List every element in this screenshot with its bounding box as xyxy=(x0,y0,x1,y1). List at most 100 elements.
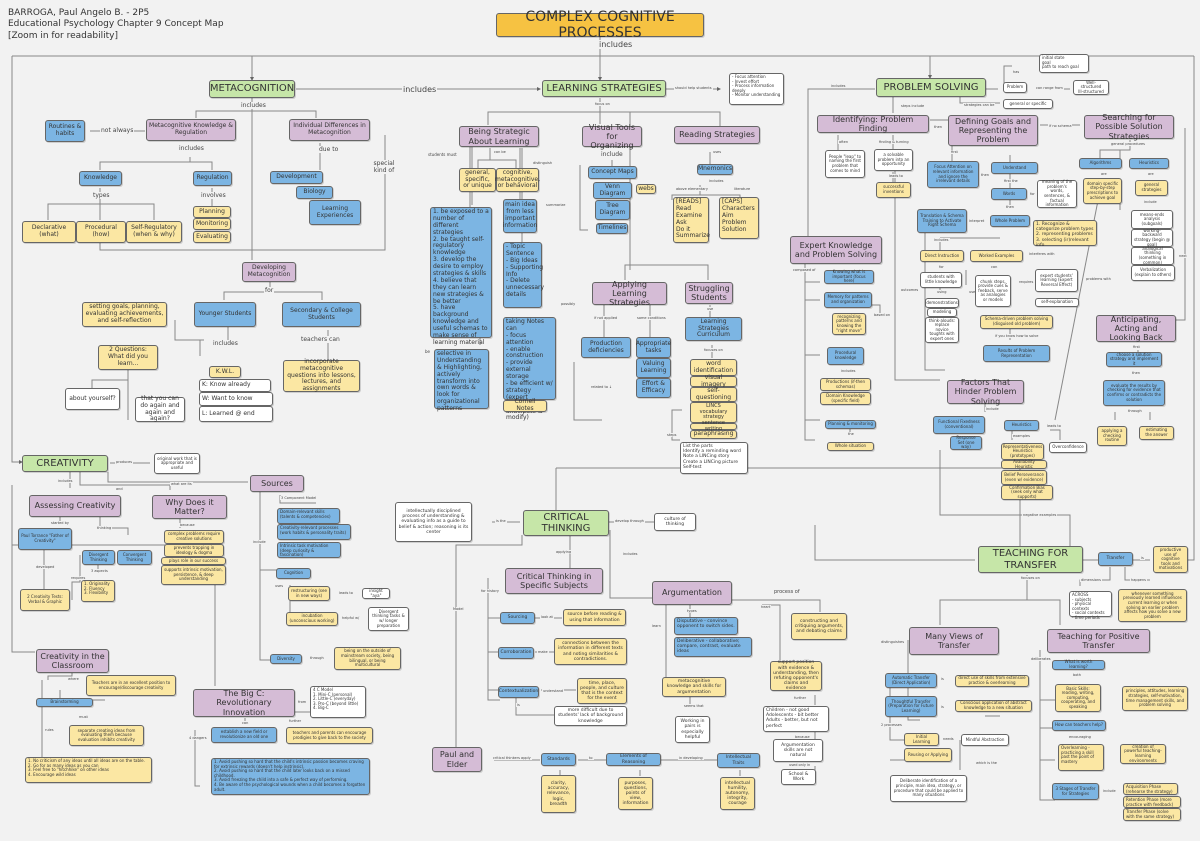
cognitive-node[interactable]: cognitive, metacognitive, or behavioral xyxy=(495,168,540,192)
words-node[interactable]: Words xyxy=(991,188,1027,200)
about-yourself-node[interactable]: about yourself? xyxy=(65,388,120,410)
more-difficult-node[interactable]: more difficult due to students' lack of … xyxy=(554,706,627,726)
setting-goals-node[interactable]: setting goals, planning, evaluating achi… xyxy=(82,302,167,327)
establish-field-node[interactable]: establish a new field or revolutionize a… xyxy=(211,727,277,743)
working-pairs-node[interactable]: Working in pairs is especially helpful xyxy=(675,716,710,743)
divergent-tasks-node[interactable]: Divergent thinking tasks & w/ longer pre… xyxy=(368,607,409,631)
standards-node[interactable]: Standards xyxy=(541,753,576,766)
solvable-node[interactable]: a solvable problem into an opportunity xyxy=(874,149,913,171)
intellectual-traits-node[interactable]: Intellectual Traits xyxy=(717,753,760,768)
selective-node[interactable]: selective in Understanding & Highlightin… xyxy=(434,349,489,412)
domain-relevant-node[interactable]: Domain-relevant skills (talents & compet… xyxy=(277,508,340,524)
teaching-transfer-node[interactable]: TEACHING FOR TRANSFER xyxy=(978,546,1083,573)
outside-mainstream-node[interactable]: being on the outside of mainstream socie… xyxy=(334,647,401,670)
mnemonics-node[interactable]: Mnemonics xyxy=(697,164,733,175)
paul-elder-node[interactable]: Paul and Elder xyxy=(432,747,482,772)
paraphrasing-node[interactable]: paraphrasing xyxy=(690,430,737,439)
biology-node[interactable]: Biology xyxy=(296,186,333,199)
memory-patterns-node[interactable]: Memory for patterns and organization xyxy=(824,292,872,308)
evaluating-node[interactable]: Evaluating xyxy=(193,231,231,243)
restructuring-node[interactable]: restructuring (see in new ways) xyxy=(288,586,330,601)
reading-strategies-node[interactable]: Reading Strategies xyxy=(674,126,760,144)
worked-examples-node[interactable]: Worked Examples xyxy=(970,250,1023,262)
corroboration-node[interactable]: Corroboration xyxy=(498,647,534,659)
contextualization-node[interactable]: Contextualization xyxy=(498,686,539,698)
lincs-steps-node[interactable]: List the parts Identify a reminding word… xyxy=(680,442,748,474)
working-backward-node[interactable]: working-backward strategy (begin @ goal) xyxy=(1131,228,1173,247)
critical-thinking-node[interactable]: CRITICAL THINKING xyxy=(523,510,609,536)
teachers-position-node[interactable]: Teachers are in an excellent position to… xyxy=(86,675,176,696)
direct-instruction-node[interactable]: Direct Instruction xyxy=(920,250,964,262)
original-work-node[interactable]: original work that is appropriate and us… xyxy=(154,453,200,474)
general-strategies-node[interactable]: general strategies xyxy=(1135,180,1168,196)
self-questioning-node[interactable]: self-questioning xyxy=(690,387,737,402)
being-strategic-node[interactable]: Being Strategic About Learning xyxy=(459,126,539,147)
caps-node[interactable]: [CAPS] Characters Aim Problem Solution xyxy=(719,197,759,239)
traits-examples-node[interactable]: intellectual humility, autonomy, integri… xyxy=(720,777,755,810)
tree-diagram-node[interactable]: Tree Diagram xyxy=(595,200,630,220)
incubation-node[interactable]: incubation (unconscious working) xyxy=(286,612,338,626)
three-stages-node[interactable]: 3 Stages of Transfer for Strategies xyxy=(1052,783,1099,800)
plays-role-node[interactable]: plays role in our success xyxy=(161,557,226,565)
little-knowledge-node[interactable]: students with little knowledge xyxy=(920,272,962,288)
time-place-node[interactable]: time, place, people, and culture that is… xyxy=(577,678,627,704)
overconfidence-node[interactable]: Overconfidence xyxy=(1049,442,1087,453)
secondary-college-node[interactable]: Secondary & College Students xyxy=(282,302,361,327)
source-before-node[interactable]: source before reading & using that infor… xyxy=(563,609,626,626)
cornell-notes-node[interactable]: Cornell Notes xyxy=(503,398,547,412)
searching-strategies-node[interactable]: Searching for Possible Solution Strategi… xyxy=(1084,113,1174,141)
worth-learning-node[interactable]: What is worth learning? xyxy=(1052,660,1105,670)
ls-goals-node[interactable]: - Focus attention - Invest effort - Proc… xyxy=(729,73,784,105)
procedural-node[interactable]: Procedural (how) xyxy=(76,221,126,243)
transfer-node[interactable]: Transfer xyxy=(1098,552,1133,566)
monitoring-node[interactable]: Monitoring xyxy=(193,218,231,230)
automatic-transfer-node[interactable]: Automatic Transfer (Direct Application) xyxy=(885,673,937,688)
creativity-relevant-node[interactable]: Creativity-relevant processes (work habi… xyxy=(277,524,351,540)
analogical-node[interactable]: analogical thinking (something in common… xyxy=(1131,246,1174,265)
productions-node[interactable]: Productions (if-then schemas) xyxy=(820,378,871,391)
factors-hinder-node[interactable]: Factors That Hinder Problem Solving xyxy=(947,378,1024,406)
deliberative-node[interactable]: Deliberative - collaborative; compare, c… xyxy=(674,637,752,657)
planning-node[interactable]: Planning xyxy=(193,206,231,218)
whole-situation-node[interactable]: Whole situation xyxy=(827,442,874,451)
metacognition-node[interactable]: METACOGNITION xyxy=(209,80,295,98)
algorithms-node[interactable]: Algorithms xyxy=(1079,158,1122,169)
domain-specific-node[interactable]: domain specific step-by-step prescriptio… xyxy=(1083,178,1122,204)
how-teachers-help-node[interactable]: How can teachers help? xyxy=(1052,720,1106,731)
direct-use-node[interactable]: direct use of skills from extensive prac… xyxy=(955,675,1029,687)
connections-node[interactable]: connections between the information in d… xyxy=(554,638,627,665)
why-matter-node[interactable]: Why Does it Matter? xyxy=(152,495,227,519)
knowledge-node[interactable]: Knowledge xyxy=(79,171,122,186)
visual-tools-node[interactable]: Visual Tools for Organizing xyxy=(582,123,642,150)
development-node[interactable]: Development xyxy=(270,171,323,184)
root-node[interactable]: COMPLEX COGNITIVE PROCESSES xyxy=(496,9,704,41)
kwl-k-node[interactable]: K: Know already xyxy=(199,379,271,392)
representativeness-node[interactable]: Representativeness Heuristics (prototype… xyxy=(1001,443,1044,460)
children-adults-node[interactable]: Children - not good Adolescents - bit be… xyxy=(763,706,829,732)
identifying-node[interactable]: Identifying: Problem Finding xyxy=(817,115,929,133)
divergent-thinking-node[interactable]: Divergent Thinking xyxy=(82,550,115,565)
procedural-knowledge-node[interactable]: Procedural knowledge xyxy=(827,347,864,365)
thoughtful-transfer-node[interactable]: Thoughtful Transfer (Preparation for Fut… xyxy=(885,696,937,717)
timelines-node[interactable]: Timelines xyxy=(596,223,628,234)
not-natural-node[interactable]: Argumentation skills are not natural xyxy=(773,739,823,762)
initial-learning-node[interactable]: Initial Learning xyxy=(904,733,939,746)
mindful-abstraction-node[interactable]: Mindful Abstraction xyxy=(961,734,1009,746)
four-dangers-node[interactable]: 1. Avoid pushing so hard that the child'… xyxy=(211,758,370,795)
understand-node[interactable]: Understand xyxy=(991,162,1038,174)
assessing-creativity-node[interactable]: Assessing Creativity xyxy=(29,495,121,517)
sources-node[interactable]: Sources xyxy=(250,475,304,492)
younger-students-node[interactable]: Younger Students xyxy=(194,302,256,327)
belief-perseverance-node[interactable]: Belief Perseverance (even w/ evidence) xyxy=(1001,470,1047,485)
domain-knowledge-node[interactable]: Domain Knowledge (specific field) xyxy=(820,392,871,405)
heuristics-search-node[interactable]: Heuristics xyxy=(1129,158,1169,169)
ls-curriculum-node[interactable]: Learning Strategies Curriculum xyxy=(685,317,742,341)
across-node[interactable]: ACROSS - subjects - physical contexts - … xyxy=(1069,591,1112,620)
disputative-node[interactable]: Disputative - convince opponent to switc… xyxy=(674,617,738,635)
acquisition-phase-node[interactable]: Acquisition Phase (rehearse the strategy… xyxy=(1123,783,1178,795)
availability-node[interactable]: Availability Heuristic xyxy=(1001,459,1047,469)
conscious-application-node[interactable]: Conscious application of abstract knowle… xyxy=(955,700,1032,712)
powerful-environments-node[interactable]: creation of powerful teaching-learning e… xyxy=(1120,744,1166,764)
anticipating-node[interactable]: Anticipating, Acting and Looking Back xyxy=(1096,315,1176,342)
whole-problem-node[interactable]: Whole Problem xyxy=(990,215,1030,227)
